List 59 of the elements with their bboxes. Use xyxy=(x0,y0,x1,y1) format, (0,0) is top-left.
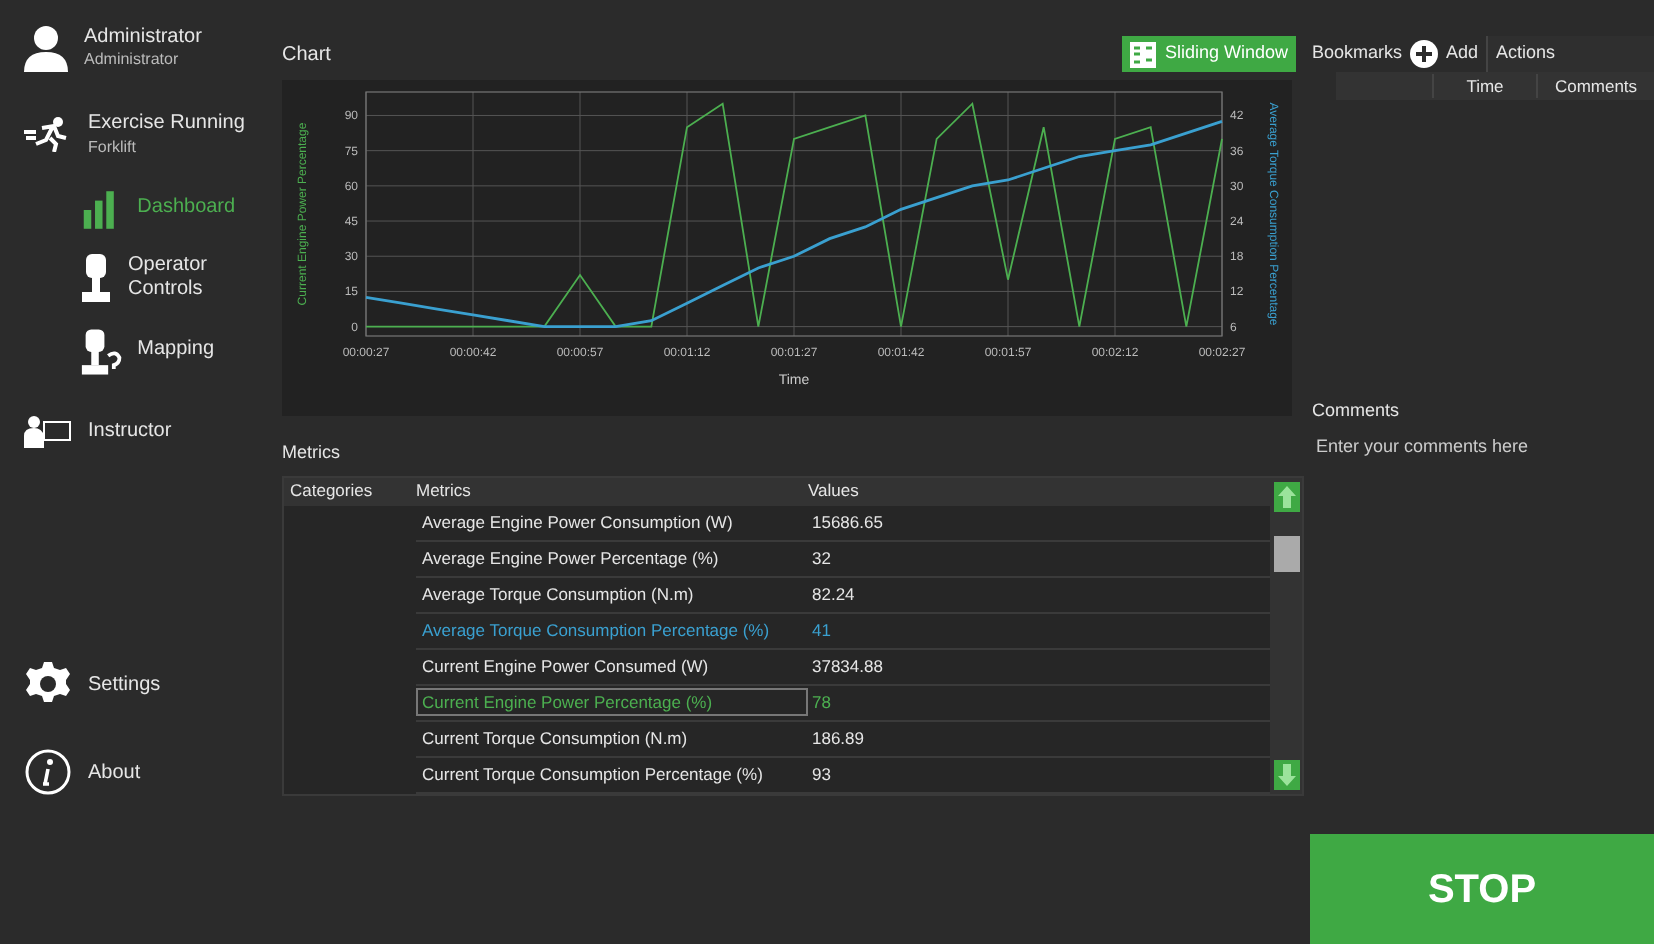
actions-label: Actions xyxy=(1486,36,1654,72)
metric-name: Average Engine Power Consumption (W) xyxy=(420,509,735,536)
instructor-item[interactable]: Instructor xyxy=(24,415,250,447)
info-icon xyxy=(24,748,72,796)
user-role: Administrator xyxy=(84,50,181,71)
running-person-icon xyxy=(24,116,72,153)
column-header: Metrics xyxy=(416,478,473,504)
instructor-icon xyxy=(24,415,72,447)
user-icon xyxy=(24,24,68,72)
add-button[interactable]: Add xyxy=(1410,40,1479,68)
bookmarks-title: Bookmarks xyxy=(1312,40,1403,67)
column-header: Categories xyxy=(288,478,375,504)
column-header: Time xyxy=(1432,73,1536,99)
comments-title: Comments xyxy=(1312,398,1402,424)
up-arrow-icon[interactable] xyxy=(1273,481,1299,511)
metric-value: 32 xyxy=(810,545,831,571)
metric-row[interactable]: Average Torque Consumption (N.m) 82.24 xyxy=(416,577,1270,613)
chart-title: Chart xyxy=(282,41,331,69)
metric-value: 186.89 xyxy=(810,725,864,751)
metric-row[interactable]: Average Torque Consumption Percentage (%) 41 xyxy=(416,613,1270,649)
metrics-title: Metrics xyxy=(280,440,342,466)
metric-row[interactable]: Current Torque Consumption Percentage (%) 93 xyxy=(416,757,1270,793)
nav-item[interactable]: Dashboard xyxy=(80,189,250,229)
column-header: Comments xyxy=(1536,73,1654,99)
metric-name: Current Torque Consumption Percentage (%) xyxy=(420,761,765,788)
metric-row[interactable]: Average Engine Power Consumption (W) 15686.65 xyxy=(416,505,1270,541)
scrollbar-thumb[interactable] xyxy=(1273,535,1299,571)
down-arrow-icon[interactable] xyxy=(1273,759,1299,789)
metric-row[interactable]: Current Engine Power Percentage (%) 78 xyxy=(416,685,1270,721)
nav-item[interactable]: Mapping xyxy=(80,327,250,375)
exercise-title: Exercise Running xyxy=(88,112,245,137)
column-header: Values xyxy=(808,478,859,504)
scrollbar[interactable] xyxy=(1270,477,1302,793)
exercise-subtitle: Forklift xyxy=(88,137,138,157)
joystick-icon xyxy=(80,254,112,302)
nav-item[interactable]: About xyxy=(24,748,250,796)
metric-value: 37834.88 xyxy=(810,653,883,679)
metric-value: 93 xyxy=(810,761,831,787)
settings-icon xyxy=(24,660,72,708)
metric-value: 82.24 xyxy=(810,581,855,607)
joystick-icon xyxy=(80,327,122,375)
nav-item[interactable]: Operator Controls xyxy=(80,253,250,303)
window-icon xyxy=(1130,41,1157,67)
metric-name: Average Torque Consumption (N.m) xyxy=(420,581,696,608)
metric-name: Average Engine Power Percentage (%) xyxy=(420,545,721,572)
user-name: Administrator xyxy=(84,25,202,51)
metric-name: Current Torque Consumption (N.m) xyxy=(420,725,690,752)
metric-name: Current Engine Power Consumed (W) xyxy=(420,653,711,680)
metric-value: 78 xyxy=(810,689,831,715)
metric-value: 41 xyxy=(810,617,831,643)
metric-row[interactable]: Average Engine Power Percentage (%) 32 xyxy=(416,541,1270,577)
nav-item[interactable]: Settings xyxy=(24,660,250,708)
metric-row[interactable]: Current Engine Power Consumed (W) 37834.88 xyxy=(416,649,1270,685)
comments-field[interactable]: Enter your comments here xyxy=(1312,433,1654,733)
plus-icon xyxy=(1410,40,1439,68)
metric-row[interactable]: Current Torque Consumption (N.m) 186.89 xyxy=(416,721,1270,757)
metric-value: 15686.65 xyxy=(810,509,883,535)
metric-name: Current Engine Power Percentage (%) xyxy=(416,687,808,717)
metric-name: Average Torque Consumption Percentage (%) xyxy=(420,617,772,644)
